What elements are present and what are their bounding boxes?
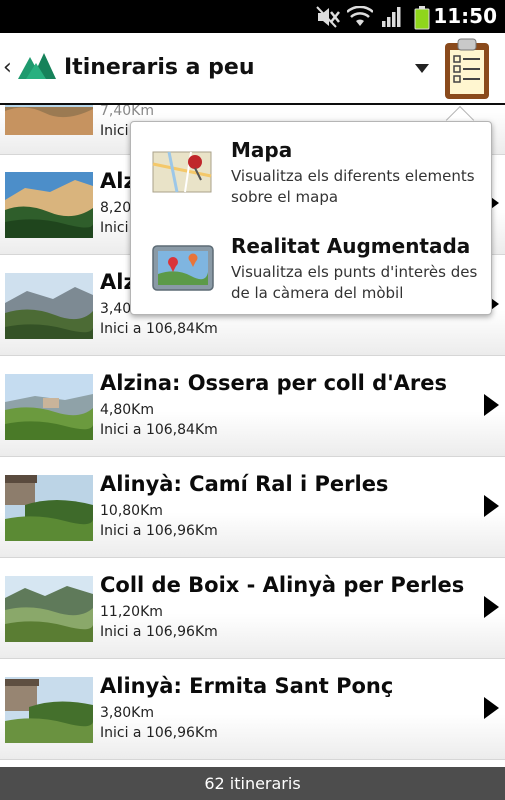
augmented-reality-icon [152, 245, 214, 291]
row-title: Coll de Boix - Alinyà per Perles [100, 573, 465, 597]
signal-icon [382, 7, 401, 27]
page-title[interactable]: Itineraris a peu [64, 55, 255, 80]
mute-icon [316, 6, 340, 28]
row-distance: 3,40 [100, 301, 132, 317]
row-arrow-icon[interactable] [484, 394, 499, 416]
clipboard-list-icon[interactable] [442, 37, 492, 101]
row-title: Alinyà: Ermita Sant Ponç [100, 674, 394, 698]
list-item[interactable]: Alzina: Ossera per coll d'Ares 4,80Km In… [0, 357, 505, 457]
menu-item-augmented-reality[interactable]: Realitat Augmentada Visualitza els punts… [131, 218, 493, 314]
itinerary-thumbnail [5, 105, 93, 135]
row-distance: 10,80Km [100, 503, 163, 519]
row-distance: 7,40Km [100, 105, 154, 119]
menu-item-description: Visualitza els diferents elements sobre … [231, 167, 475, 206]
wifi-icon [347, 6, 373, 26]
status-bar: 11:50 [0, 0, 505, 33]
itinerary-thumbnail [5, 677, 93, 743]
itinerary-count-footer: 62 itineraris [0, 767, 505, 800]
itinerary-thumbnail [5, 273, 93, 339]
row-distance: 8,20 [100, 200, 132, 216]
battery-icon [414, 6, 430, 30]
itinerary-thumbnail [5, 576, 93, 642]
app-logo[interactable] [18, 51, 58, 81]
row-arrow-icon[interactable] [484, 596, 499, 618]
menu-item-title: Realitat Augmentada [231, 234, 471, 258]
row-arrow-icon[interactable] [484, 697, 499, 719]
row-start: Inici [100, 123, 129, 139]
menu-item-title: Mapa [231, 138, 293, 162]
row-start: Inici a 106,96Km [100, 624, 218, 640]
row-arrow-icon[interactable] [484, 495, 499, 517]
dropdown-arrow-icon[interactable] [415, 64, 429, 73]
view-mode-popup: Mapa Visualitza els diferents elements s… [130, 121, 492, 315]
action-bar: ‹ Itineraris a peu [0, 33, 505, 105]
itinerary-thumbnail [5, 374, 93, 440]
row-distance: 3,80Km [100, 705, 154, 721]
row-distance: 4,80Km [100, 402, 154, 418]
row-start: Inici a 106,96Km [100, 523, 218, 539]
row-title: Alzina: Ossera per coll d'Ares [100, 371, 447, 395]
menu-item-description: Visualitza els punts d'interès des de la… [231, 263, 478, 302]
itinerary-thumbnail [5, 172, 93, 238]
row-distance: 11,20Km [100, 604, 163, 620]
back-chevron-icon[interactable]: ‹ [3, 55, 12, 80]
menu-item-map[interactable]: Mapa Visualitza els diferents elements s… [131, 122, 493, 218]
row-start: Inici [100, 220, 129, 236]
map-pin-icon [152, 151, 212, 193]
row-start: Inici a 106,84Km [100, 321, 218, 337]
list-item[interactable]: Alinyà: Camí Ral i Perles 10,80Km Inici … [0, 458, 505, 558]
list-item[interactable]: Coll de Boix - Alinyà per Perles 11,20Km… [0, 559, 505, 659]
list-item[interactable]: Alinyà: Ermita Sant Ponç 3,80Km Inici a … [0, 660, 505, 760]
status-time: 11:50 [433, 4, 497, 28]
row-title: Alinyà: Camí Ral i Perles [100, 472, 389, 496]
row-start: Inici a 106,96Km [100, 725, 218, 741]
row-start: Inici a 106,84Km [100, 422, 218, 438]
itinerary-thumbnail [5, 475, 93, 541]
